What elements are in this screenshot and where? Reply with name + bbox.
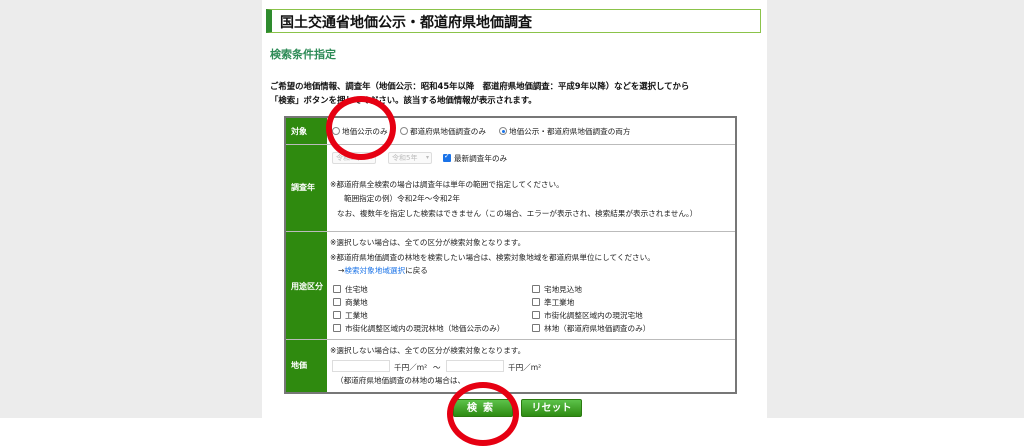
latest-year-label[interactable]: 最新調査年のみ	[454, 153, 507, 164]
intro-text: ご希望の地価情報、調査年（地価公示：昭和45年以降 都道府県地価調査：平成9年以…	[270, 79, 689, 107]
radio-label-chousa-only[interactable]: 都道府県地価調査のみ	[410, 126, 486, 137]
usage-label-commercial[interactable]: 商業地	[345, 297, 368, 308]
price-label-cell: 地価	[286, 340, 327, 392]
intro-line-2: 「検索」ボタンを押してください。該当する地価情報が表示されます。	[270, 95, 537, 105]
price-label: 地価	[291, 361, 307, 370]
usage-label-industrial[interactable]: 工業地	[345, 310, 368, 321]
usage-label-residential[interactable]: 住宅地	[345, 284, 368, 295]
usage-label-forest-chousa[interactable]: 林地（都道府県地価調査のみ）	[544, 323, 650, 334]
year-to-select[interactable]: 令和5年 ▾	[388, 152, 432, 164]
row-separator	[286, 231, 735, 232]
usage-label-residential-urbanization[interactable]: 市街化調整区域内の現況宅地	[544, 310, 643, 321]
usage-note-1: ※選択しない場合は、全ての区分が検索対象となります。	[330, 238, 526, 247]
radio-both[interactable]	[499, 127, 507, 135]
usage-label-prospective-residential[interactable]: 宅地見込地	[544, 284, 582, 295]
year-note-3: なお、複数年を指定した検索はできません（この場合、エラーが表示され、検索結果が表…	[337, 209, 698, 218]
radio-label-both[interactable]: 地価公示・都道府県地価調査の両方	[509, 126, 631, 137]
price-note-2: （都道府県地価調査の林地の場合は、	[336, 376, 466, 385]
price-min-input[interactable]	[332, 360, 390, 372]
price-tilde: ～	[433, 363, 441, 372]
usage-link-suffix: に戻る	[405, 266, 428, 275]
annotation-circle-search	[447, 382, 519, 446]
year-label-cell: 調査年	[286, 145, 327, 231]
target-label-cell: 対象	[286, 118, 327, 144]
usage-label-cell: 用途区分	[286, 232, 327, 339]
page-title: 国土交通省地価公示・都道府県地価調査	[280, 15, 532, 31]
section-heading: 検索条件指定	[270, 48, 336, 61]
usage-note-2: ※都道府県地価調査の林地を検索したい場合は、検索対象地域を都道府県単位にしてくだ…	[330, 253, 655, 262]
checkbox-forest-chousa[interactable]	[532, 324, 540, 332]
radio-chousa-only[interactable]	[400, 127, 408, 135]
price-unit-1: 千円／m²	[394, 363, 428, 372]
price-max-input[interactable]	[446, 360, 504, 372]
reset-button[interactable]: リセット	[521, 399, 582, 417]
title-bar: 国土交通省地価公示・都道府県地価調査	[266, 9, 761, 33]
region-select-link[interactable]: 検索対象地域選択	[344, 266, 405, 275]
year-note-1: ※都道府県全検索の場合は調査年は単年の範囲で指定してください。	[330, 180, 564, 189]
checkbox-industrial[interactable]	[333, 311, 341, 319]
price-note: ※選択しない場合は、全ての区分が検索対象となります。	[330, 346, 526, 355]
checkbox-forest-kouji[interactable]	[333, 324, 341, 332]
year-to-value: 令和5年	[392, 154, 418, 162]
checkbox-semi-industrial[interactable]	[532, 298, 540, 306]
annotation-circle-target	[326, 96, 396, 160]
checkbox-residential-urbanization[interactable]	[532, 311, 540, 319]
year-note-2: 範囲指定の例）令和2年～令和2年	[344, 194, 460, 203]
chevron-down-icon: ▾	[425, 154, 429, 161]
row-separator	[286, 339, 735, 340]
year-label: 調査年	[291, 183, 315, 192]
usage-label-semi-industrial[interactable]: 準工業地	[544, 297, 574, 308]
usage-link-line: →検索対象地域選択に戻る	[338, 265, 428, 276]
usage-label: 用途区分	[291, 282, 323, 291]
checkbox-prospective-residential[interactable]	[532, 285, 540, 293]
checkbox-commercial[interactable]	[333, 298, 341, 306]
price-unit-2: 千円／m²	[508, 363, 542, 372]
usage-label-forest-kouji[interactable]: 市街化調整区域内の現況林地（地価公示のみ）	[345, 323, 504, 334]
intro-line-1: ご希望の地価情報、調査年（地価公示：昭和45年以降 都道府県地価調査：平成9年以…	[270, 81, 690, 91]
checkbox-residential[interactable]	[333, 285, 341, 293]
latest-year-checkbox[interactable]	[443, 152, 451, 162]
target-label: 対象	[291, 127, 307, 136]
